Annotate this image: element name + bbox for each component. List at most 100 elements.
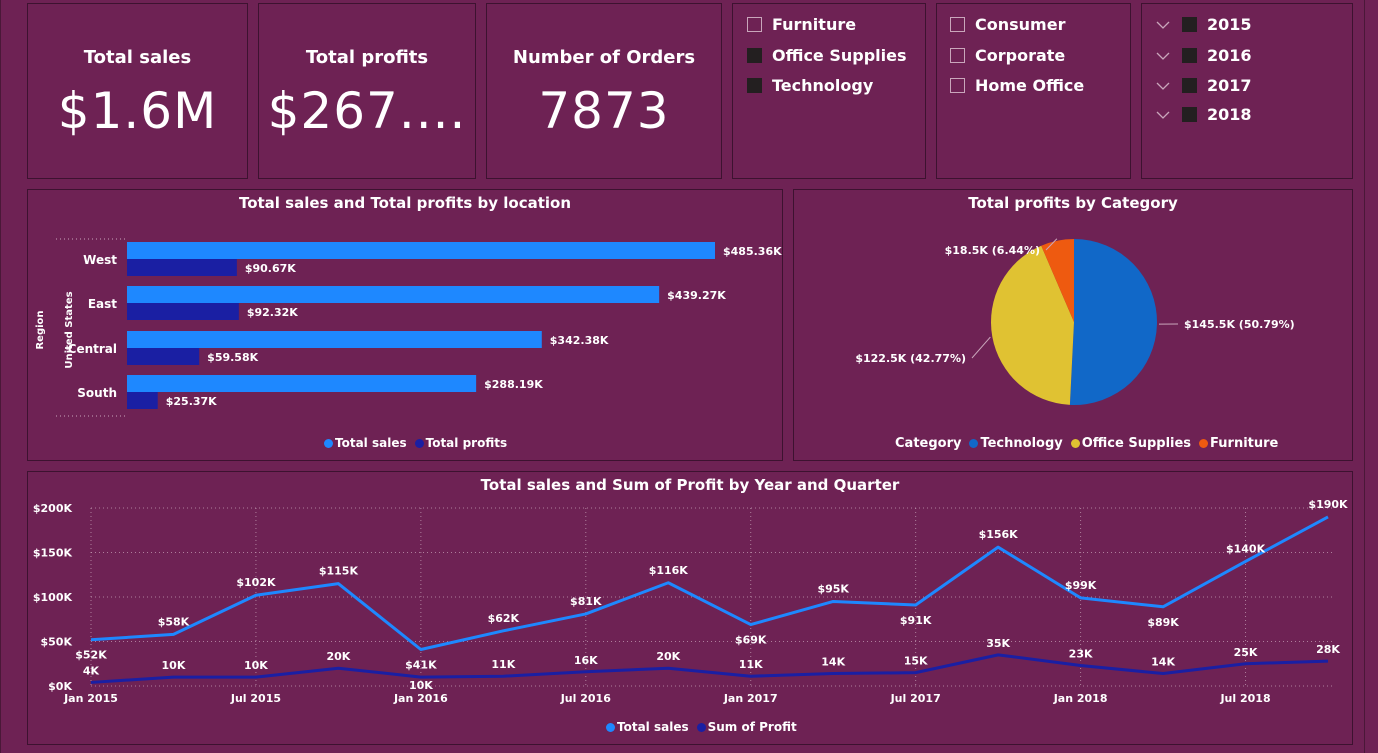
data-label: 10K bbox=[162, 659, 186, 672]
data-label: 20K bbox=[326, 650, 350, 663]
data-label: 14K bbox=[1151, 656, 1175, 669]
pie-chart-card[interactable]: Total profits by Category $145.5K (50.79… bbox=[793, 189, 1353, 461]
slicer-item-technology[interactable]: Technology bbox=[747, 76, 873, 95]
data-label: 25K bbox=[1234, 646, 1258, 659]
data-label: 15K bbox=[904, 655, 928, 668]
slicer-item-2017[interactable]: 2017 bbox=[1156, 76, 1252, 95]
checkbox[interactable] bbox=[950, 78, 965, 93]
data-label: 10K bbox=[244, 659, 268, 672]
legend-label: Technology bbox=[980, 436, 1063, 451]
x-tick-label: Jul 2017 bbox=[890, 692, 941, 705]
checkbox[interactable] bbox=[950, 48, 965, 63]
data-label: $95K bbox=[817, 582, 849, 595]
checkbox[interactable] bbox=[747, 48, 762, 63]
checkbox[interactable] bbox=[1182, 17, 1197, 32]
bar-total-profits bbox=[127, 392, 158, 409]
data-label: $58K bbox=[158, 615, 190, 628]
chart-legend: Category Technology Office Supplies Furn… bbox=[895, 436, 1280, 451]
line-chart: $0K$50K$100K$150K$200KJan 2015 Jul 2015 Ja… bbox=[33, 498, 1348, 705]
kpi-card-number-of-orders[interactable]: Number of Orders 7873 bbox=[486, 3, 722, 179]
data-label: $62K bbox=[488, 612, 520, 625]
data-label: $18.5K (6.44%) bbox=[945, 244, 1040, 257]
kpi-label: Number of Orders bbox=[512, 47, 696, 68]
kpi-card-total-profits[interactable]: Total profits $267.... bbox=[258, 3, 476, 179]
checkbox[interactable] bbox=[1182, 78, 1197, 93]
legend-label: Total sales bbox=[617, 720, 689, 734]
bar-total-sales bbox=[127, 331, 542, 348]
chart-title: Total profits by Category bbox=[968, 194, 1178, 212]
data-label: $52K bbox=[75, 649, 107, 662]
slicer-item-2018[interactable]: 2018 bbox=[1156, 105, 1252, 124]
slicer-item-label: Home Office bbox=[975, 76, 1085, 95]
data-label: $288.19K bbox=[484, 378, 543, 391]
data-label: $25.37K bbox=[166, 395, 217, 408]
chart-legend: Total sales Total profits bbox=[318, 436, 509, 450]
line-chart-card[interactable]: Total sales and Sum of Profit by Year an… bbox=[27, 471, 1353, 745]
bar-total-sales bbox=[127, 375, 477, 392]
data-label: $91K bbox=[900, 614, 932, 627]
slicer-item-2016[interactable]: 2016 bbox=[1156, 46, 1252, 65]
slicer-item-label: Consumer bbox=[975, 15, 1066, 34]
legend-label: Office Supplies bbox=[1081, 436, 1192, 451]
pie-chart: $145.5K (50.79%) $122.5K (42.77%) $18.5K (… bbox=[855, 238, 1295, 405]
y-tick-label: $200K bbox=[33, 502, 73, 515]
slicer-item-furniture[interactable]: Furniture bbox=[747, 15, 856, 34]
checkbox[interactable] bbox=[1182, 48, 1197, 63]
data-label: $115K bbox=[319, 565, 359, 578]
data-label: $89K bbox=[1147, 616, 1179, 629]
legend-label: Furniture bbox=[1210, 436, 1279, 451]
line-sum-of-profit bbox=[90, 653, 1329, 684]
category-label: East bbox=[88, 297, 117, 311]
data-label: $342.38K bbox=[550, 334, 609, 347]
kpi-card-total-sales[interactable]: Total sales $1.6M bbox=[27, 3, 248, 179]
data-label: 28K bbox=[1316, 643, 1340, 656]
data-label: $156K bbox=[979, 528, 1019, 541]
data-label: $99K bbox=[1065, 579, 1097, 592]
pie-slice-technology bbox=[1069, 239, 1158, 405]
legend-swatch-sum-of-profit bbox=[696, 722, 706, 732]
slicer-item-office-supplies[interactable]: Office Supplies bbox=[747, 46, 907, 65]
kpi-value: $267.... bbox=[267, 82, 467, 140]
data-label: $69K bbox=[735, 634, 767, 647]
slicer-item-label: Furniture bbox=[772, 15, 857, 34]
slicer-item-corporate[interactable]: Corporate bbox=[950, 46, 1065, 65]
legend-swatch-total-profits bbox=[414, 438, 424, 448]
bar-chart: Region United States West $485.36K $90.67K Ea… bbox=[35, 238, 782, 417]
data-label: 20K bbox=[656, 650, 680, 663]
chevron-down-icon[interactable] bbox=[1156, 20, 1170, 30]
left-frame-line bbox=[0, 0, 1, 753]
bar-total-profits bbox=[127, 348, 200, 365]
data-label: $439.27K bbox=[667, 289, 726, 302]
data-label: $485.36K bbox=[723, 245, 782, 258]
bar-chart-card[interactable]: Total sales and Total profits by locatio… bbox=[27, 189, 783, 461]
checkbox[interactable] bbox=[747, 78, 762, 93]
data-label: 35K bbox=[986, 637, 1010, 650]
category-slicer: Furniture Office Supplies Technology bbox=[732, 3, 926, 179]
kpi-label: Total profits bbox=[305, 47, 429, 68]
data-label: $122.5K (42.77%) bbox=[855, 352, 966, 365]
x-tick-label: Jan 2016 bbox=[393, 692, 448, 705]
axis-group-label: United States bbox=[64, 291, 75, 368]
checkbox[interactable] bbox=[1182, 107, 1197, 122]
category-label: Central bbox=[68, 342, 117, 356]
slicer-item-home-office[interactable]: Home Office bbox=[950, 76, 1084, 95]
slicer-item-2015[interactable]: 2015 bbox=[1156, 15, 1252, 34]
data-label: 14K bbox=[821, 656, 845, 669]
slicer-item-consumer[interactable]: Consumer bbox=[950, 15, 1065, 34]
y-tick-label: $100K bbox=[33, 591, 73, 604]
checkbox[interactable] bbox=[747, 17, 762, 32]
x-tick-label: Jul 2018 bbox=[1219, 692, 1270, 705]
chevron-down-icon[interactable] bbox=[1156, 81, 1170, 91]
data-label: $145.5K (50.79%) bbox=[1184, 318, 1295, 331]
data-label: $90.67K bbox=[245, 262, 296, 275]
legend-swatch-technology bbox=[969, 439, 979, 448]
chevron-down-icon[interactable] bbox=[1156, 51, 1170, 61]
bar-total-profits bbox=[127, 303, 239, 320]
checkbox[interactable] bbox=[950, 17, 965, 32]
data-label: 23K bbox=[1069, 648, 1093, 661]
right-frame-line bbox=[1364, 0, 1365, 753]
bar-total-profits bbox=[127, 259, 237, 276]
chevron-down-icon[interactable] bbox=[1156, 110, 1170, 120]
kpi-label: Total sales bbox=[83, 47, 192, 68]
data-label: 4K bbox=[83, 664, 100, 677]
